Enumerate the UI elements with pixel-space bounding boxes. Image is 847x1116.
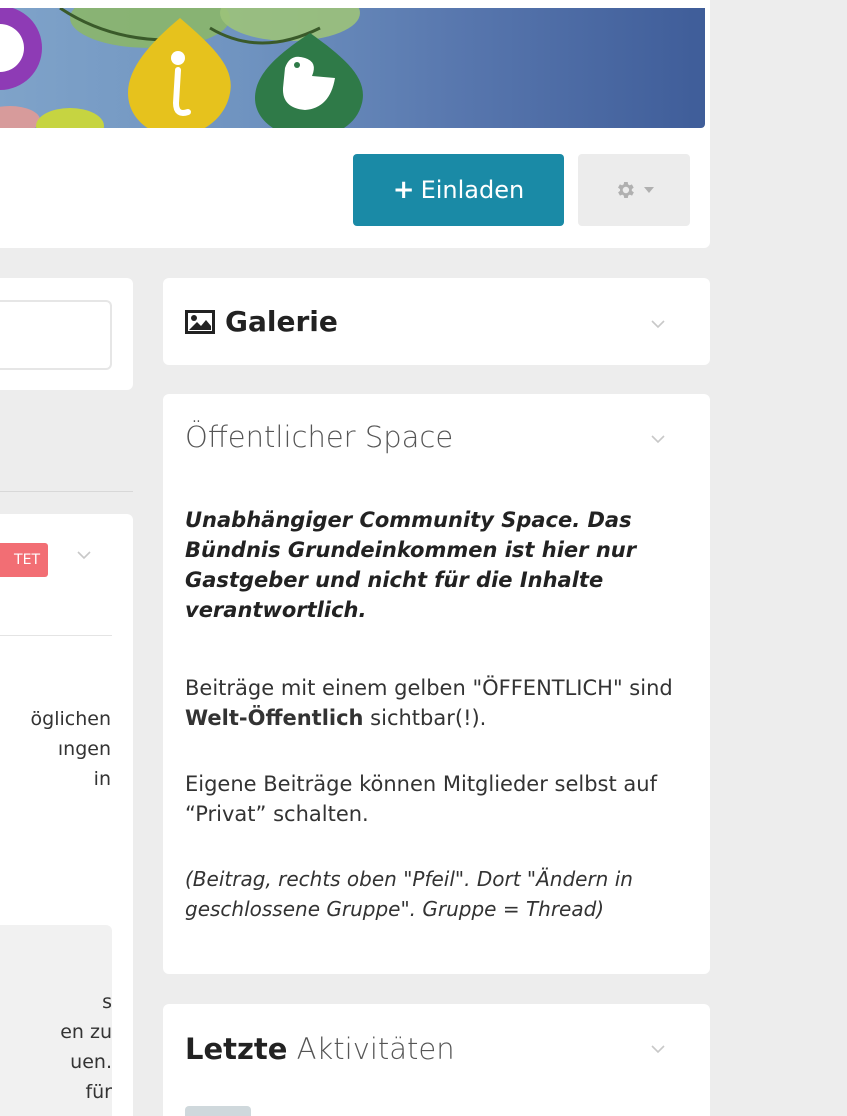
space-visibility-text: Beiträge mit einem gelben "ÖFFENTLICH" s… (185, 673, 695, 733)
status-badge-label: TET (14, 552, 40, 568)
caret-down-icon (644, 187, 654, 193)
space-instructions-text: (Beitrag, rechts oben "Pfeil". Dort "Änd… (185, 867, 633, 921)
post-text-line: für (85, 1081, 112, 1103)
space-visibility-text-b: sichtbar(!). (363, 706, 487, 730)
invite-button[interactable]: + Einladen (353, 154, 564, 226)
post-divider (0, 635, 112, 636)
chevron-down-icon[interactable] (76, 550, 92, 560)
space-intro-text: Unabhängiger Community Space. Das Bündni… (185, 508, 637, 622)
post-quote-box: s en zu uen. für (0, 925, 112, 1116)
left-input-field[interactable] (0, 300, 112, 370)
left-search-panel (0, 278, 133, 390)
left-divider (0, 491, 133, 492)
chevron-down-icon[interactable] (650, 319, 666, 329)
gallery-title-text: Galerie (225, 305, 338, 338)
settings-dropdown-button[interactable] (578, 154, 690, 226)
plus-icon: + (392, 175, 415, 205)
post-text-line: s (102, 991, 112, 1013)
invite-button-label: Einladen (420, 176, 525, 204)
post-text-line: öglichen (30, 708, 111, 730)
activities-title-bold: Letzte (185, 1032, 288, 1066)
left-post-panel: TET öglichen ıngen in s en zu uen. für (0, 514, 133, 1116)
space-visibility-text-a: Beiträge mit einem gelben "ÖFFENTLICH" s… (185, 676, 673, 700)
post-text-line: en zu (60, 1021, 112, 1043)
public-space-title[interactable]: Öffentlicher Space (185, 420, 453, 454)
chevron-down-icon[interactable] (650, 434, 666, 444)
post-text-line: ıngen (57, 738, 111, 760)
image-icon (185, 309, 215, 334)
gallery-panel: Galerie (163, 278, 710, 365)
avatar[interactable] (185, 1106, 251, 1116)
recent-activities-title[interactable]: Letzte Aktivitäten (185, 1032, 455, 1066)
space-visibility-bold: Welt-Öffentlich (185, 706, 364, 730)
gallery-panel-title[interactable]: Galerie (185, 305, 338, 338)
gear-icon (618, 182, 634, 198)
recent-activities-panel: Letzte Aktivitäten (163, 1004, 710, 1116)
banner-illustration (0, 8, 363, 128)
status-badge: TET (0, 543, 48, 577)
post-text-line: in (93, 768, 111, 790)
public-space-panel: Öffentlicher Space Unabhängiger Communit… (163, 394, 710, 974)
space-banner-image (0, 8, 705, 128)
activities-title-rest: Aktivitäten (296, 1032, 455, 1066)
chevron-down-icon[interactable] (650, 1044, 666, 1054)
space-header: + Einladen (0, 0, 710, 248)
post-text-line: uen. (70, 1051, 112, 1073)
space-privacy-text: Eigene Beiträge können Mitglieder selbst… (185, 772, 657, 826)
